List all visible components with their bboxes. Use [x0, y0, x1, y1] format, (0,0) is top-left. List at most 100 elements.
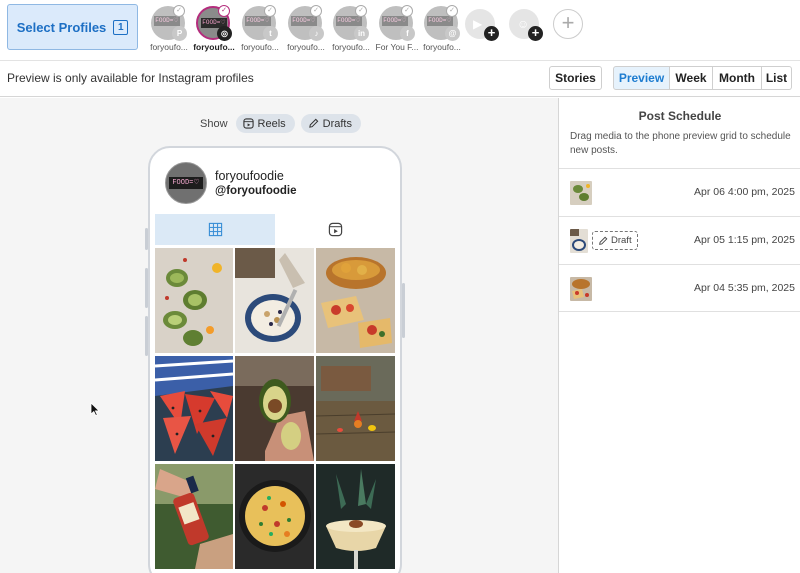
- add-profile-button[interactable]: +: [553, 9, 583, 39]
- profile-instagram[interactable]: FOOD=♡ ✓ ◎ foryoufo...: [191, 5, 237, 56]
- tab-preview[interactable]: Preview: [613, 66, 670, 90]
- post-thumbnail: [570, 277, 592, 301]
- granola-bowl-thumbnail: [570, 229, 588, 253]
- grid-tabs: [155, 214, 395, 245]
- linkedin-icon: in: [354, 26, 369, 41]
- post-thumbnail: [570, 181, 592, 205]
- plus-icon: +: [484, 26, 499, 41]
- tab-grid[interactable]: [155, 214, 275, 245]
- snapchat-icon: ☺: [517, 17, 530, 31]
- reels-icon: [328, 222, 342, 237]
- cocktail-with-garnish-image: [316, 464, 395, 569]
- tiktok-icon: ♪: [309, 26, 324, 41]
- phone-side-button: [145, 316, 148, 356]
- post-date: Apr 06 4:00 pm, 2025: [694, 186, 795, 198]
- profile-twitter[interactable]: FOOD=♡ ✓ t foryoufo...: [237, 5, 283, 56]
- select-profiles-button[interactable]: Select Profiles 1: [7, 4, 138, 50]
- phone-side-button: [145, 228, 148, 250]
- view-switcher: Preview Week Month List: [613, 66, 792, 90]
- avatar: FOOD=♡: [165, 162, 207, 204]
- check-icon: ✓: [401, 5, 413, 17]
- grid-post[interactable]: [235, 356, 314, 461]
- watermelon-slices-image: [155, 356, 233, 461]
- reels-label: Reels: [257, 117, 286, 130]
- pinterest-icon: P: [172, 26, 187, 41]
- avocado-toast-slices-image: [155, 248, 233, 353]
- draft-label: Draft: [611, 235, 632, 246]
- grid-post[interactable]: [235, 248, 314, 353]
- tab-list[interactable]: List: [762, 66, 792, 90]
- check-icon: ✓: [310, 5, 322, 17]
- post-schedule-description: Drag media to the phone preview grid to …: [570, 131, 791, 156]
- tab-week[interactable]: Week: [670, 66, 713, 90]
- granola-bowl-image: [235, 248, 314, 353]
- phone-side-button: [145, 268, 148, 308]
- youtube-icon: ▶: [473, 17, 483, 31]
- profile-pinterest[interactable]: FOOD=♡ ✓ P foryoufo...: [146, 5, 192, 56]
- grid-post[interactable]: [316, 464, 395, 569]
- post-thumbnail: [570, 229, 588, 253]
- tab-month[interactable]: Month: [713, 66, 762, 90]
- check-icon: ✓: [264, 5, 276, 17]
- reels-toggle[interactable]: Reels: [235, 114, 295, 133]
- scheduled-post[interactable]: Apr 04 5:35 pm, 2025: [559, 264, 800, 312]
- profile-bar: Select Profiles 1 FOOD=♡ ✓ P foryoufo...…: [0, 0, 800, 60]
- facebook-icon: f: [400, 26, 415, 41]
- phone-side-button: [402, 283, 405, 338]
- stories-button[interactable]: Stories: [549, 66, 602, 90]
- add-snapchat-button[interactable]: ☺ +: [509, 9, 543, 41]
- bruschetta-tomatoes-image: [316, 248, 395, 353]
- food-pins-on-bench-image: [316, 356, 395, 461]
- post-date: Apr 05 1:15 pm, 2025: [694, 234, 795, 246]
- grid-post[interactable]: [316, 248, 395, 353]
- pencil-icon: [308, 118, 318, 128]
- show-filter: Show Reels Drafts: [200, 114, 361, 133]
- profile-facebook[interactable]: FOOD=♡ ✓ f For You F...: [374, 5, 420, 56]
- drafts-label: Drafts: [322, 117, 352, 130]
- grid-post[interactable]: [155, 356, 233, 461]
- tab-reels[interactable]: [275, 214, 395, 245]
- profile-threads[interactable]: FOOD=♡ ✓ @ foryoufo...: [419, 5, 465, 56]
- grid-icon: [208, 222, 222, 237]
- post-schedule-panel: Post Schedule Drag media to the phone pr…: [558, 98, 800, 573]
- show-label: Show: [200, 117, 228, 130]
- preview-availability-message: Preview is only available for Instagram …: [7, 71, 254, 85]
- grid-post[interactable]: [155, 464, 233, 569]
- phone-preview-area: Show Reels Drafts FOOD=♡ foryoufoodie @f…: [0, 98, 558, 573]
- post-grid: [155, 248, 395, 569]
- select-profiles-label: Select Profiles: [16, 19, 107, 35]
- check-icon: ✓: [355, 5, 367, 17]
- profile-header: FOOD=♡ foryoufoodie @foryoufoodie: [165, 162, 296, 204]
- grid-post[interactable]: [316, 356, 395, 461]
- check-icon: ✓: [173, 5, 185, 17]
- scheduled-post[interactable]: Draft Apr 05 1:15 pm, 2025: [559, 216, 800, 264]
- instagram-icon: ◎: [217, 26, 232, 41]
- drafts-toggle[interactable]: Drafts: [300, 114, 361, 133]
- profile-name: foryoufo...: [423, 42, 461, 52]
- avocado-toast-thumbnail: [570, 181, 592, 205]
- check-icon: ✓: [218, 5, 230, 17]
- mouse-pointer-icon: [90, 402, 100, 416]
- plus-icon: +: [528, 26, 543, 41]
- hot-sauce-bottle-image: [155, 464, 233, 569]
- add-youtube-button[interactable]: ▶ +: [465, 9, 499, 41]
- twitter-icon: t: [263, 26, 278, 41]
- avocado-half-in-hand-image: [235, 356, 314, 461]
- profile-tiktok[interactable]: FOOD=♡ ✓ ♪ foryoufo...: [283, 5, 329, 56]
- post-date: Apr 04 5:35 pm, 2025: [694, 282, 795, 294]
- phone-mockup: FOOD=♡ foryoufoodie @foryoufoodie: [145, 146, 405, 573]
- post-schedule-title: Post Schedule: [638, 109, 722, 123]
- view-toolbar: Preview is only available for Instagram …: [0, 60, 800, 97]
- grid-post[interactable]: [235, 464, 314, 569]
- bruschetta-thumbnail: [570, 277, 592, 301]
- reels-icon: [242, 118, 254, 129]
- pencil-icon: [599, 236, 608, 245]
- selected-count-badge: 1: [113, 19, 129, 35]
- frittata-skillet-image: [235, 464, 314, 569]
- profile-handle: @foryoufoodie: [215, 185, 297, 197]
- grid-post[interactable]: [155, 248, 233, 353]
- check-icon: ✓: [446, 5, 458, 17]
- profile-linkedin[interactable]: FOOD=♡ ✓ in foryoufo...: [328, 5, 374, 56]
- display-name: foryoufoodie: [215, 169, 284, 183]
- scheduled-post[interactable]: Apr 06 4:00 pm, 2025: [559, 168, 800, 216]
